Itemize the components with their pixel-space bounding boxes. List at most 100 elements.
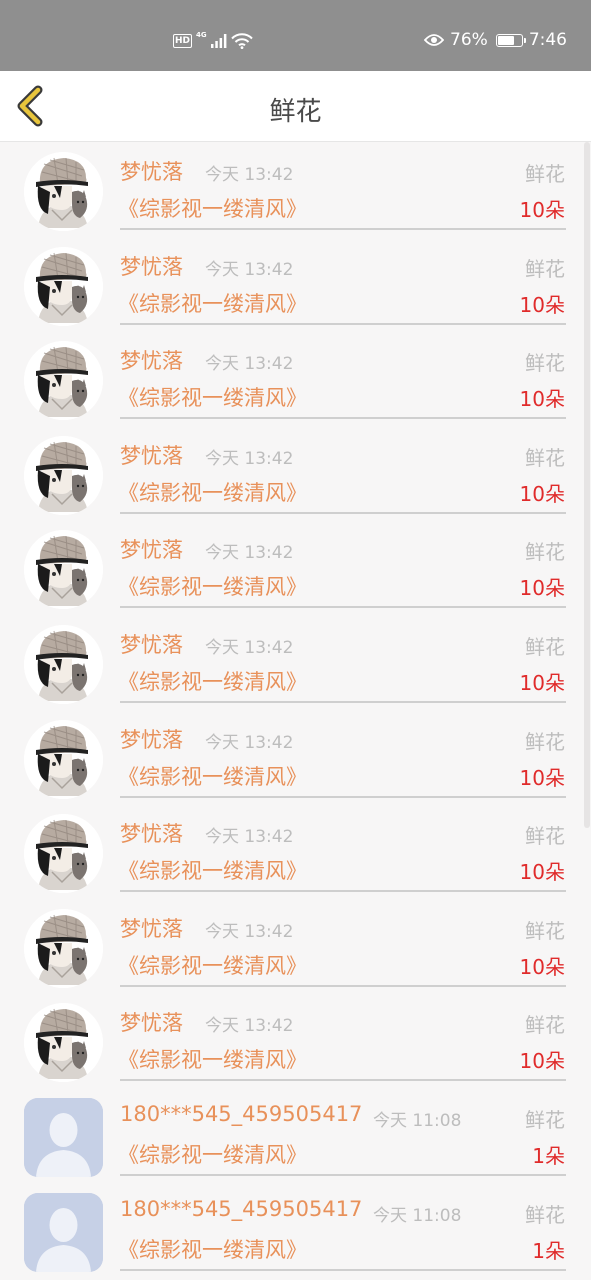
book-title-link[interactable]: 《综影视一缕清风》 xyxy=(118,571,307,601)
username: 梦忧落 xyxy=(120,349,183,374)
list-item[interactable]: 180***545_459505417 今天 11:08 鲜花 《综影视一缕清风… xyxy=(0,1183,591,1278)
divider xyxy=(120,606,566,609)
book-title-link[interactable]: 《综影视一缕清风》 xyxy=(118,1234,307,1264)
divider xyxy=(120,984,566,987)
username: 梦忧落 xyxy=(120,538,183,563)
divider xyxy=(120,795,566,798)
anime-avatar-image xyxy=(24,908,103,988)
avatar[interactable] xyxy=(24,530,103,610)
flower-count: 10朵 xyxy=(519,198,565,222)
nav-bar: 鲜花 xyxy=(0,71,591,142)
avatar[interactable] xyxy=(24,341,103,421)
flower-count: 1朵 xyxy=(532,1143,565,1168)
gift-type: 鲜花 xyxy=(525,256,565,281)
avatar[interactable] xyxy=(24,624,103,704)
eye-icon xyxy=(424,34,445,46)
list-item[interactable]: 梦忧落 今天 13:42 鲜花 《综影视一缕清风》 10朵 xyxy=(0,804,591,899)
book-title-link[interactable]: 《综影视一缕清风》 xyxy=(118,950,307,980)
flower-count: 10朵 xyxy=(519,292,565,317)
timestamp: 今天 13:42 xyxy=(205,637,294,658)
anime-avatar-image xyxy=(24,152,103,231)
avatar[interactable] xyxy=(24,246,103,326)
book-title-link[interactable]: 《综影视一缕清风》 xyxy=(118,1044,307,1074)
scrollbar[interactable] xyxy=(584,142,590,828)
book-title-link[interactable]: 《综影视一缕清风》 xyxy=(118,855,307,885)
list-item[interactable]: 梦忧落 今天 13:42 鲜花 《综影视一缕清风》 10朵 xyxy=(0,615,591,710)
timestamp: 今天 13:42 xyxy=(205,732,294,753)
list-item[interactable]: 梦忧落 今天 13:42 鲜花 《综影视一缕清风》 10朵 xyxy=(0,993,591,1088)
username: 梦忧落 xyxy=(120,254,183,279)
list-item[interactable]: 梦忧落 今天 13:42 鲜花 《综影视一缕清风》 10朵 xyxy=(0,142,591,237)
anime-avatar-image xyxy=(24,341,103,421)
list-item[interactable]: 梦忧落 今天 13:42 鲜花 《综影视一缕清风》 10朵 xyxy=(0,237,591,332)
flower-record-list[interactable]: 梦忧落 今天 13:42 鲜花 《综影视一缕清风》 10朵 梦忧落 今天 13:… xyxy=(0,142,591,1280)
username: 梦忧落 xyxy=(120,443,183,468)
username: 梦忧落 xyxy=(120,916,183,941)
divider xyxy=(120,700,566,703)
flower-count: 10朵 xyxy=(519,1049,565,1074)
anime-avatar-image xyxy=(24,719,103,799)
network-type: 4G xyxy=(196,31,207,39)
book-title-link[interactable]: 《综影视一缕清风》 xyxy=(118,193,307,223)
signal-icon xyxy=(210,34,227,48)
book-title-link[interactable]: 《综影视一缕清风》 xyxy=(118,1139,307,1169)
anime-avatar-image xyxy=(24,246,103,326)
book-title-link[interactable]: 《综影视一缕清风》 xyxy=(118,477,307,507)
gift-type: 鲜花 xyxy=(525,1013,565,1038)
timestamp: 今天 13:42 xyxy=(205,1016,294,1037)
list-item[interactable]: 180***545_459505417 今天 11:08 鲜花 《综影视一缕清风… xyxy=(0,1088,591,1183)
battery-percent: 76% xyxy=(450,30,488,50)
hd-badge: HD xyxy=(173,34,193,48)
gift-type: 鲜花 xyxy=(525,445,565,470)
list-item[interactable]: 梦忧落 今天 13:42 鲜花 《综影视一缕清风》 10朵 xyxy=(0,331,591,426)
default-avatar-image xyxy=(24,1192,103,1272)
default-avatar-image xyxy=(24,1097,103,1177)
book-title-link[interactable]: 《综影视一缕清风》 xyxy=(118,288,307,318)
avatar[interactable] xyxy=(24,152,103,231)
timestamp: 今天 13:42 xyxy=(205,354,294,375)
divider xyxy=(120,511,566,514)
book-title-link[interactable]: 《综影视一缕清风》 xyxy=(118,761,307,791)
anime-avatar-image xyxy=(24,814,103,894)
status-right: 76% 7:46 xyxy=(424,30,567,50)
timestamp: 今天 13:42 xyxy=(205,448,294,469)
avatar[interactable] xyxy=(24,908,103,988)
list-item[interactable]: 梦忧落 今天 13:42 鲜花 《综影视一缕清风》 10朵 xyxy=(0,520,591,615)
book-title-link[interactable]: 《综影视一缕清风》 xyxy=(118,382,307,412)
gift-type: 鲜花 xyxy=(525,634,565,659)
avatar[interactable] xyxy=(24,1097,103,1177)
gift-type: 鲜花 xyxy=(525,540,565,565)
status-bar: HD 4G 76% 7:46 xyxy=(0,0,591,71)
list-item[interactable]: 梦忧落 今天 13:42 鲜花 《综影视一缕清风》 10朵 xyxy=(0,899,591,994)
divider xyxy=(120,1173,566,1176)
username: 梦忧落 xyxy=(120,1011,183,1036)
gift-type: 鲜花 xyxy=(525,1107,565,1132)
username: 梦忧落 xyxy=(120,727,183,752)
username: 梦忧落 xyxy=(120,632,183,657)
timestamp: 今天 11:08 xyxy=(373,1205,462,1226)
flower-count: 1朵 xyxy=(532,1238,565,1263)
page-title: 鲜花 xyxy=(269,97,322,127)
divider xyxy=(120,890,566,893)
avatar[interactable] xyxy=(24,1003,103,1083)
anime-avatar-image xyxy=(24,624,103,704)
list-item[interactable]: 梦忧落 今天 13:42 鲜花 《综影视一缕清风》 10朵 xyxy=(0,710,591,805)
avatar[interactable] xyxy=(24,435,103,515)
timestamp: 今天 11:08 xyxy=(373,1110,462,1131)
divider xyxy=(120,417,566,420)
username: 梦忧落 xyxy=(120,160,183,184)
book-title-link[interactable]: 《综影视一缕清风》 xyxy=(118,666,307,696)
gift-type: 鲜花 xyxy=(525,1202,565,1227)
divider xyxy=(120,322,566,325)
flower-count: 10朵 xyxy=(519,860,565,885)
timestamp: 今天 13:42 xyxy=(205,543,294,564)
avatar[interactable] xyxy=(24,1192,103,1272)
anime-avatar-image xyxy=(24,435,103,515)
flower-count: 10朵 xyxy=(519,387,565,412)
flower-count: 10朵 xyxy=(519,576,565,601)
anime-avatar-image xyxy=(24,1003,103,1083)
flower-count: 10朵 xyxy=(519,765,565,790)
list-item[interactable]: 梦忧落 今天 13:42 鲜花 《综影视一缕清风》 10朵 xyxy=(0,426,591,521)
avatar[interactable] xyxy=(24,719,103,799)
avatar[interactable] xyxy=(24,814,103,894)
